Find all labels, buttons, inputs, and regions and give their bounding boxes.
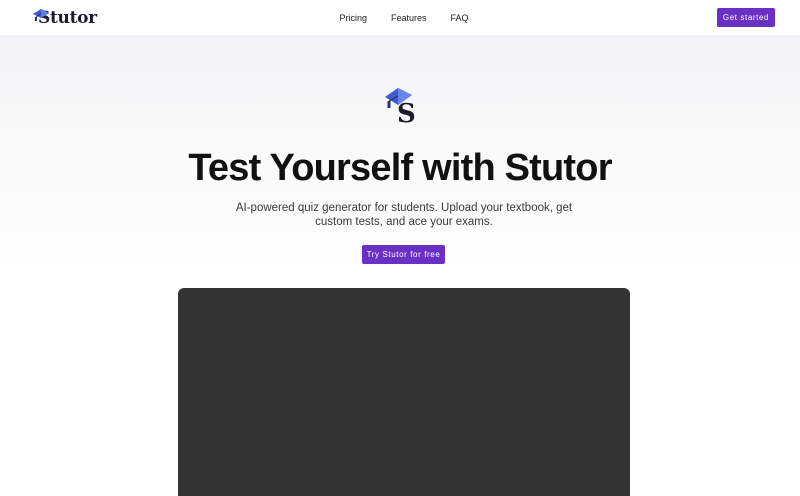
svg-text:S: S xyxy=(397,99,416,125)
nav-links: Pricing Features FAQ xyxy=(0,0,800,35)
demo-video-frame[interactable] xyxy=(178,288,630,496)
nav-link-pricing[interactable]: Pricing xyxy=(339,13,367,23)
get-started-button[interactable]: Get started xyxy=(717,8,775,27)
graduation-cap-icon: S xyxy=(385,88,416,125)
hero-section: S Test Yourself with Stutor AI-powered q… xyxy=(0,35,800,496)
nav-link-features[interactable]: Features xyxy=(391,13,427,23)
try-free-button[interactable]: Try Stutor for free xyxy=(362,245,445,264)
hero-title: Test Yourself with Stutor xyxy=(188,147,612,189)
hero-subtitle: AI-powered quiz generator for students. … xyxy=(235,202,573,228)
nav-link-faq[interactable]: FAQ xyxy=(451,13,469,23)
top-navbar: Stutor Pricing Features FAQ Get started xyxy=(0,0,800,35)
